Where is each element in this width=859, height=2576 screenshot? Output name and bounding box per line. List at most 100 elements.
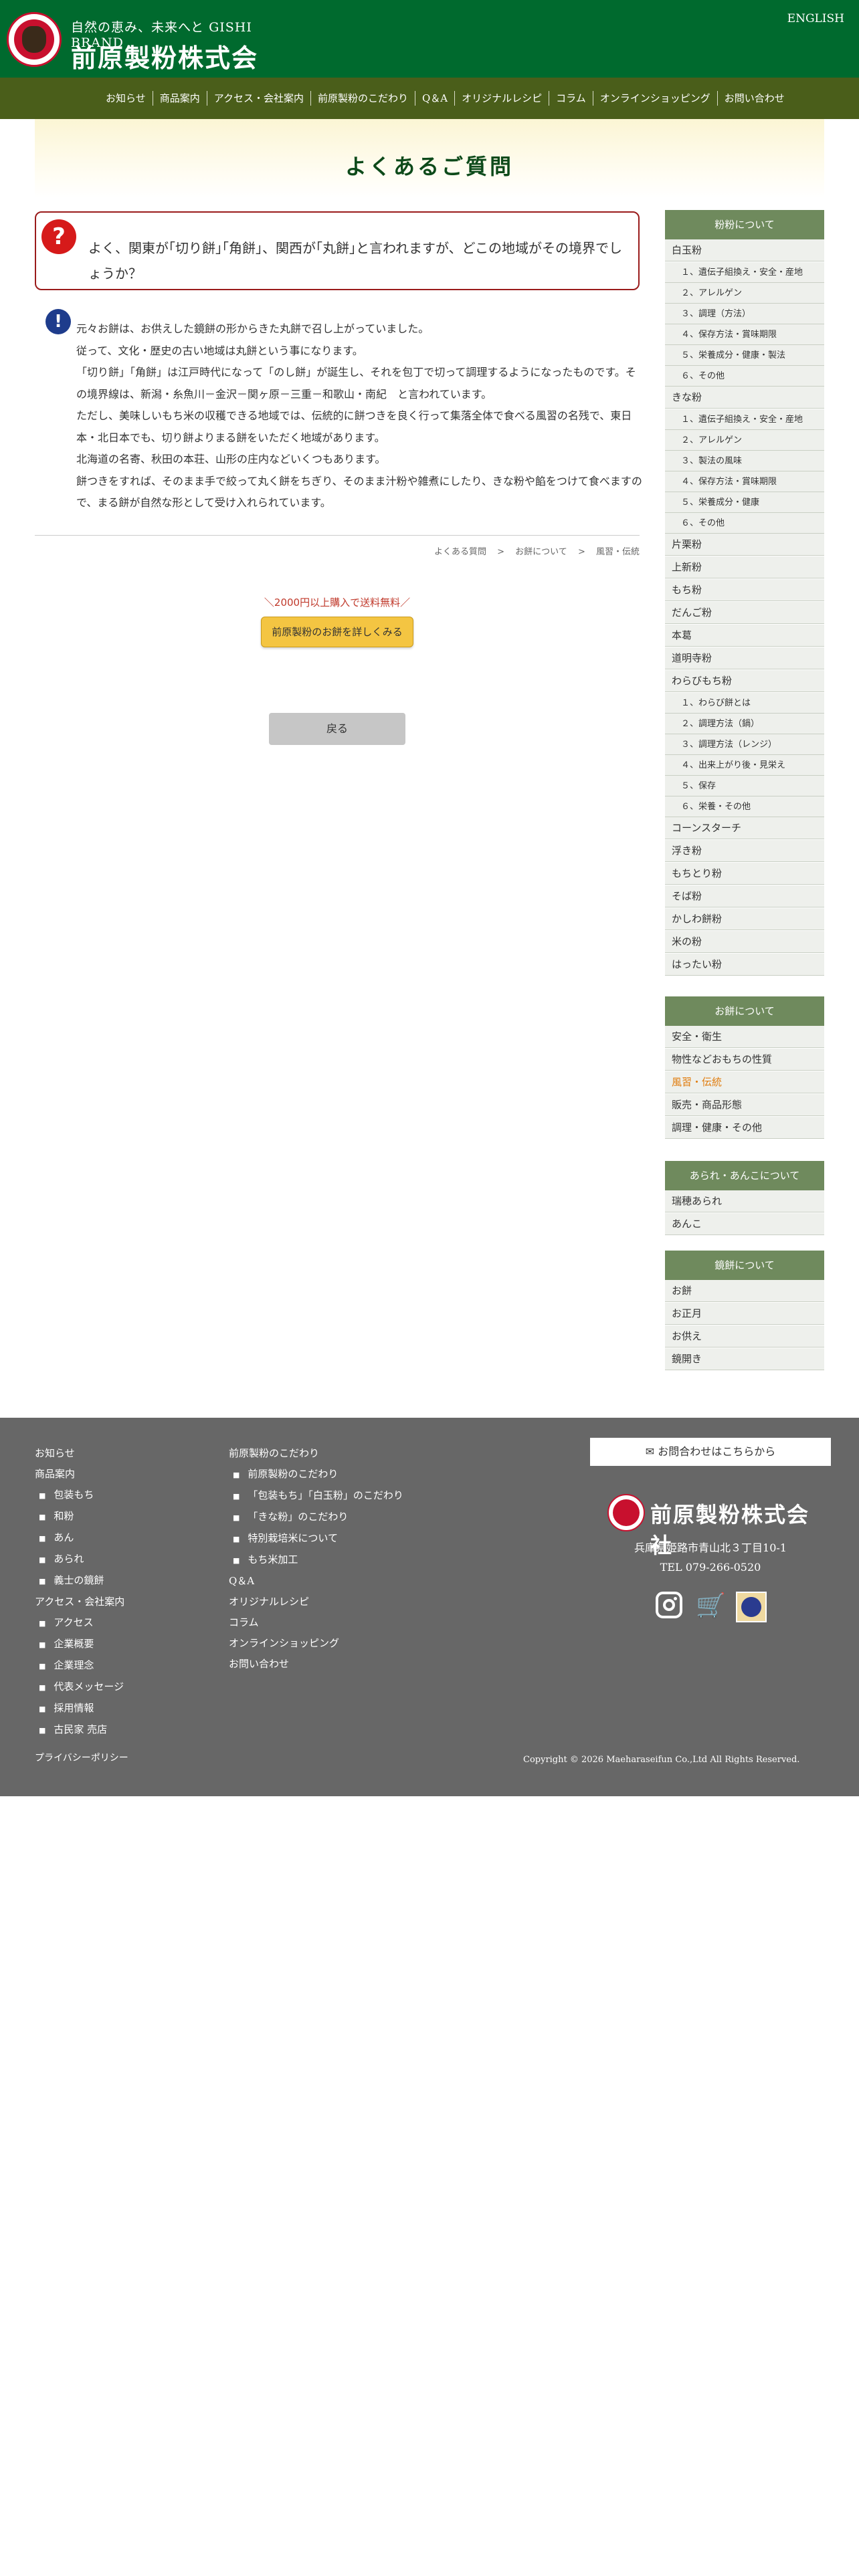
footer-link[interactable]: 企業理念 xyxy=(35,1655,124,1677)
sidebar-item[interactable]: 片栗粉 xyxy=(665,534,824,556)
sidebar-item[interactable]: 鏡開き xyxy=(665,1348,824,1370)
sidebar-item[interactable]: かしわ餅粉 xyxy=(665,908,824,930)
footer-link[interactable]: アクセス・会社案内 xyxy=(35,1592,124,1612)
english-link[interactable]: ENGLISH xyxy=(787,12,844,25)
nav-item[interactable]: Q＆A xyxy=(415,91,454,106)
sidebar-subitem[interactable]: ５、栄養成分・健康・製法 xyxy=(665,345,824,366)
answer-text: 元々お餅は、お供えした鏡餅の形からきた丸餅で召し上がっていました。 従って、文化… xyxy=(76,318,642,514)
nav-item[interactable]: お問い合わせ xyxy=(717,91,791,106)
footer-link[interactable]: オンラインショッピング xyxy=(229,1633,403,1654)
contact-button[interactable]: ✉ お問合わせはこちらから xyxy=(590,1438,831,1466)
nav-item[interactable]: 商品案内 xyxy=(152,91,207,106)
breadcrumb-item[interactable]: よくある質問 xyxy=(434,547,486,557)
footer-links-col1: お知らせ商品案内包装もち和粉あんあられ義士の鏡餅アクセス・会社案内アクセス企業概… xyxy=(35,1443,124,1741)
sidebar-item[interactable]: 調理・健康・その他 xyxy=(665,1117,824,1139)
sidebar-item[interactable]: 米の粉 xyxy=(665,931,824,953)
footer-link[interactable]: 前原製粉のこだわり xyxy=(229,1464,403,1485)
answer-line: ただし、美味しいもち米の収穫できる地域では、伝統的に餅つきを良く行って集落全体で… xyxy=(76,409,632,444)
footer-link[interactable]: Q＆A xyxy=(229,1571,403,1592)
sidebar-item[interactable]: そば粉 xyxy=(665,885,824,907)
sidebar-subitem[interactable]: ５、保存 xyxy=(665,776,824,796)
sidebar-item[interactable]: きな粉 xyxy=(665,387,824,409)
sidebar-item[interactable]: 上新粉 xyxy=(665,556,824,578)
sidebar-item[interactable]: 安全・衛生 xyxy=(665,1026,824,1048)
sidebar-item[interactable]: お正月 xyxy=(665,1303,824,1325)
sidebar-item[interactable]: コーンスターチ xyxy=(665,817,824,839)
sidebar-item[interactable]: 本葛 xyxy=(665,625,824,647)
instagram-icon[interactable] xyxy=(656,1592,682,1618)
sidebar-item[interactable]: もちとり粉 xyxy=(665,863,824,885)
footer-link[interactable]: オリジナルレシピ xyxy=(229,1592,403,1612)
sidebar-item[interactable]: あんこ xyxy=(665,1213,824,1235)
footer-link[interactable]: お問い合わせ xyxy=(229,1654,403,1675)
sidebar-subitem[interactable]: ３、調理方法（レンジ） xyxy=(665,734,824,755)
footer-link[interactable]: 代表メッセージ xyxy=(35,1677,124,1698)
sidebar-item[interactable]: 物性などおもちの性質 xyxy=(665,1049,824,1071)
sidebar-item[interactable]: はったい粉 xyxy=(665,954,824,976)
sidebar-subitem[interactable]: ４、出来上がり後・見栄え xyxy=(665,755,824,776)
sidebar-subitem[interactable]: ４、保存方法・賞味期限 xyxy=(665,324,824,345)
footer-logo[interactable]: 前原製粉株式会社 xyxy=(607,1491,815,1558)
sidebar-subitem[interactable]: ２、アレルゲン xyxy=(665,283,824,304)
footer-link[interactable]: 特別栽培米について xyxy=(229,1528,403,1549)
footer-link[interactable]: 「包装もち」「白玉粉」のこだわり xyxy=(229,1485,403,1507)
breadcrumb-item[interactable]: お餅について xyxy=(515,547,567,557)
question-box: ? よく、関東が｢切り餅｣｢角餅｣、関西が｢丸餅｣と言われますが、どこの地域がそ… xyxy=(35,211,640,290)
sidebar-item[interactable]: 道明寺粉 xyxy=(665,647,824,669)
sidebar-item[interactable]: だんご粉 xyxy=(665,602,824,624)
footer-link[interactable]: 包装もち xyxy=(35,1485,124,1506)
answer-line: 「切り餅」「角餅」は江戸時代になって「のし餅」が誕生し、それを包丁で切って調理す… xyxy=(76,366,636,401)
shop-badge-icon[interactable] xyxy=(736,1592,767,1622)
sidebar-item[interactable]: 浮き粉 xyxy=(665,840,824,862)
sidebar-subitem[interactable]: ２、調理方法（鍋） xyxy=(665,714,824,734)
nav-item[interactable]: コラム xyxy=(549,91,593,106)
footer-link[interactable]: 義士の鏡餅 xyxy=(35,1570,124,1592)
footer-link[interactable]: あられ xyxy=(35,1549,124,1570)
sidebar-subitem[interactable]: ２、アレルゲン xyxy=(665,430,824,451)
nav-item[interactable]: オリジナルレシピ xyxy=(454,91,549,106)
mochi-details-button[interactable]: 前原製粉のお餅を詳しくみる xyxy=(261,617,413,647)
footer-link[interactable]: もち米加工 xyxy=(229,1549,403,1571)
sidebar-section-title: 鏡餅について xyxy=(665,1251,824,1280)
site-footer: お知らせ商品案内包装もち和粉あんあられ義士の鏡餅アクセス・会社案内アクセス企業概… xyxy=(0,1418,859,1796)
footer-link[interactable]: 和粉 xyxy=(35,1506,124,1527)
footer-link[interactable]: お知らせ xyxy=(35,1443,124,1464)
back-button[interactable]: 戻る xyxy=(269,713,405,745)
sidebar-item[interactable]: 風習・伝統 xyxy=(665,1071,824,1093)
nav-item[interactable]: お知らせ xyxy=(99,91,153,106)
footer-link[interactable]: 古民家 売店 xyxy=(35,1719,124,1741)
sidebar-item[interactable]: 白玉粉 xyxy=(665,239,824,261)
sidebar-item[interactable]: わらびもち粉 xyxy=(665,670,824,692)
privacy-policy-link[interactable]: プライバシーポリシー xyxy=(35,1751,128,1764)
sidebar-subitem[interactable]: ６、その他 xyxy=(665,366,824,387)
footer-link[interactable]: 採用情報 xyxy=(35,1698,124,1719)
sidebar-item[interactable]: 販売・商品形態 xyxy=(665,1094,824,1116)
shopping-cart-icon[interactable]: 🛒 xyxy=(696,1592,726,1621)
sidebar-subitem[interactable]: ４、保存方法・賞味期限 xyxy=(665,471,824,492)
sidebar-item[interactable]: お供え xyxy=(665,1325,824,1348)
nav-item[interactable]: 前原製粉のこだわり xyxy=(310,91,415,106)
sidebar-subitem[interactable]: ３、調理（方法） xyxy=(665,304,824,324)
footer-link[interactable]: あん xyxy=(35,1527,124,1549)
nav-item[interactable]: アクセス・会社案内 xyxy=(206,91,310,106)
footer-link[interactable]: 前原製粉のこだわり xyxy=(229,1443,403,1464)
sidebar-item[interactable]: 瑞穂あられ xyxy=(665,1190,824,1212)
sidebar-subitem[interactable]: ３、製法の風味 xyxy=(665,451,824,471)
sidebar-subitem[interactable]: ５、栄養成分・健康 xyxy=(665,492,824,513)
sidebar-item[interactable]: もち粉 xyxy=(665,579,824,601)
footer-link[interactable]: 「きな粉」のこだわり xyxy=(229,1507,403,1528)
footer-link[interactable]: コラム xyxy=(229,1612,403,1633)
sidebar-subitem[interactable]: １、遺伝子組換え・安全・産地 xyxy=(665,262,824,283)
answer-line: 餅つきをすれば、そのまま手で絞って丸く餅をちぎり、そのまま汁粉や雑煮にしたり、き… xyxy=(76,474,642,510)
sidebar-subitem[interactable]: ６、栄養・その他 xyxy=(665,796,824,817)
site-logo[interactable]: 自然の恵み、未来へと GISHI BRAND 前原製粉株式会社 xyxy=(7,9,261,110)
footer-link[interactable]: 商品案内 xyxy=(35,1464,124,1485)
nav-item[interactable]: オンラインショッピング xyxy=(592,91,717,106)
sidebar-item[interactable]: お餅 xyxy=(665,1280,824,1302)
footer-link[interactable]: アクセス xyxy=(35,1612,124,1634)
question-text: よく、関東が｢切り餅｣｢角餅｣、関西が｢丸餅｣と言われますが、どこの地域がその境… xyxy=(88,240,622,282)
sidebar-subitem[interactable]: １、遺伝子組換え・安全・産地 xyxy=(665,409,824,430)
sidebar-subitem[interactable]: １、わらび餅とは xyxy=(665,693,824,714)
sidebar-subitem[interactable]: ６、その他 xyxy=(665,513,824,534)
footer-link[interactable]: 企業概要 xyxy=(35,1634,124,1655)
